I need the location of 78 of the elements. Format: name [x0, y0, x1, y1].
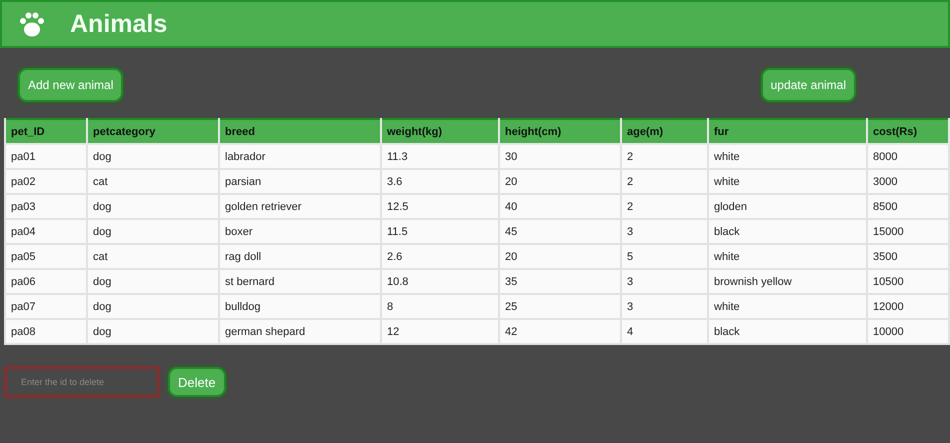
table-cell: 3 [621, 219, 708, 244]
table-cell: 40 [499, 194, 621, 219]
table-cell: pa02 [5, 169, 87, 194]
table-cell: 2 [621, 169, 708, 194]
table-cell: black [708, 219, 867, 244]
table-cell: dog [87, 269, 219, 294]
delete-button[interactable]: Delete [168, 367, 226, 397]
table-cell: pa01 [5, 144, 87, 169]
column-header: cost(Rs) [867, 119, 949, 144]
table-cell: pa03 [5, 194, 87, 219]
table-cell: 4 [621, 319, 708, 344]
table-cell: boxer [219, 219, 381, 244]
table-cell: gloden [708, 194, 867, 219]
table-cell: rag doll [219, 244, 381, 269]
action-button[interactable]: update animal [760, 68, 856, 102]
column-header: breed [219, 119, 381, 144]
table-cell: 15000 [867, 219, 949, 244]
table-cell: white [708, 169, 867, 194]
table-cell: labrador [219, 144, 381, 169]
table-cell: 5 [621, 244, 708, 269]
column-header: fur [708, 119, 867, 144]
table-cell: 20 [499, 169, 621, 194]
table-cell: 11.5 [381, 219, 499, 244]
table-cell: 10000 [867, 319, 949, 344]
table-cell: 11.3 [381, 144, 499, 169]
table-cell: 3500 [867, 244, 949, 269]
table-cell: 10500 [867, 269, 949, 294]
table-cell: 3.6 [381, 169, 499, 194]
action-button[interactable]: Add new animal [18, 68, 124, 102]
table-cell: 12 [381, 319, 499, 344]
table-cell: black [708, 319, 867, 344]
table-cell: white [708, 144, 867, 169]
table-cell: 8500 [867, 194, 949, 219]
table-cell: brownish yellow [708, 269, 867, 294]
table-cell: golden retriever [219, 194, 381, 219]
table-cell: 30 [499, 144, 621, 169]
id-input-field[interactable]: Enter the id to delete [5, 367, 159, 397]
table-cell: pa05 [5, 244, 87, 269]
table-cell: 3 [621, 269, 708, 294]
table-cell: pa08 [5, 319, 87, 344]
table-cell: dog [87, 219, 219, 244]
table-cell: 2 [621, 144, 708, 169]
table-cell: 2.6 [381, 244, 499, 269]
column-header: height(cm) [499, 119, 621, 144]
column-header: age(m) [621, 119, 708, 144]
table-cell: bulldog [219, 294, 381, 319]
table-cell: 10.8 [381, 269, 499, 294]
column-header: weight(kg) [381, 119, 499, 144]
table-cell: 42 [499, 319, 621, 344]
table-cell: cat [87, 244, 219, 269]
table-cell: german shepard [219, 319, 381, 344]
table-cell: white [708, 244, 867, 269]
table-cell: 25 [499, 294, 621, 319]
table-cell: 20 [499, 244, 621, 269]
page-title: Animals [70, 10, 168, 38]
table-cell: 3000 [867, 169, 949, 194]
table-cell: dog [87, 319, 219, 344]
table-cell: 8 [381, 294, 499, 319]
table-cell: 45 [499, 219, 621, 244]
table-cell: cat [87, 169, 219, 194]
table-cell: 35 [499, 269, 621, 294]
table-cell: 12000 [867, 294, 949, 319]
table-cell: 12.5 [381, 194, 499, 219]
table-cell: st bernard [219, 269, 381, 294]
table-cell: parsian [219, 169, 381, 194]
table-cell: pa04 [5, 219, 87, 244]
table-cell: 3 [621, 294, 708, 319]
paw-icon [19, 11, 45, 37]
table-cell: pa06 [5, 269, 87, 294]
table-cell: pa07 [5, 294, 87, 319]
table-cell: dog [87, 144, 219, 169]
table-cell: dog [87, 194, 219, 219]
column-header: pet_ID [5, 119, 87, 144]
table-cell: 8000 [867, 144, 949, 169]
table-cell: 2 [621, 194, 708, 219]
table-cell: white [708, 294, 867, 319]
column-header: petcategory [87, 119, 219, 144]
table-cell: dog [87, 294, 219, 319]
